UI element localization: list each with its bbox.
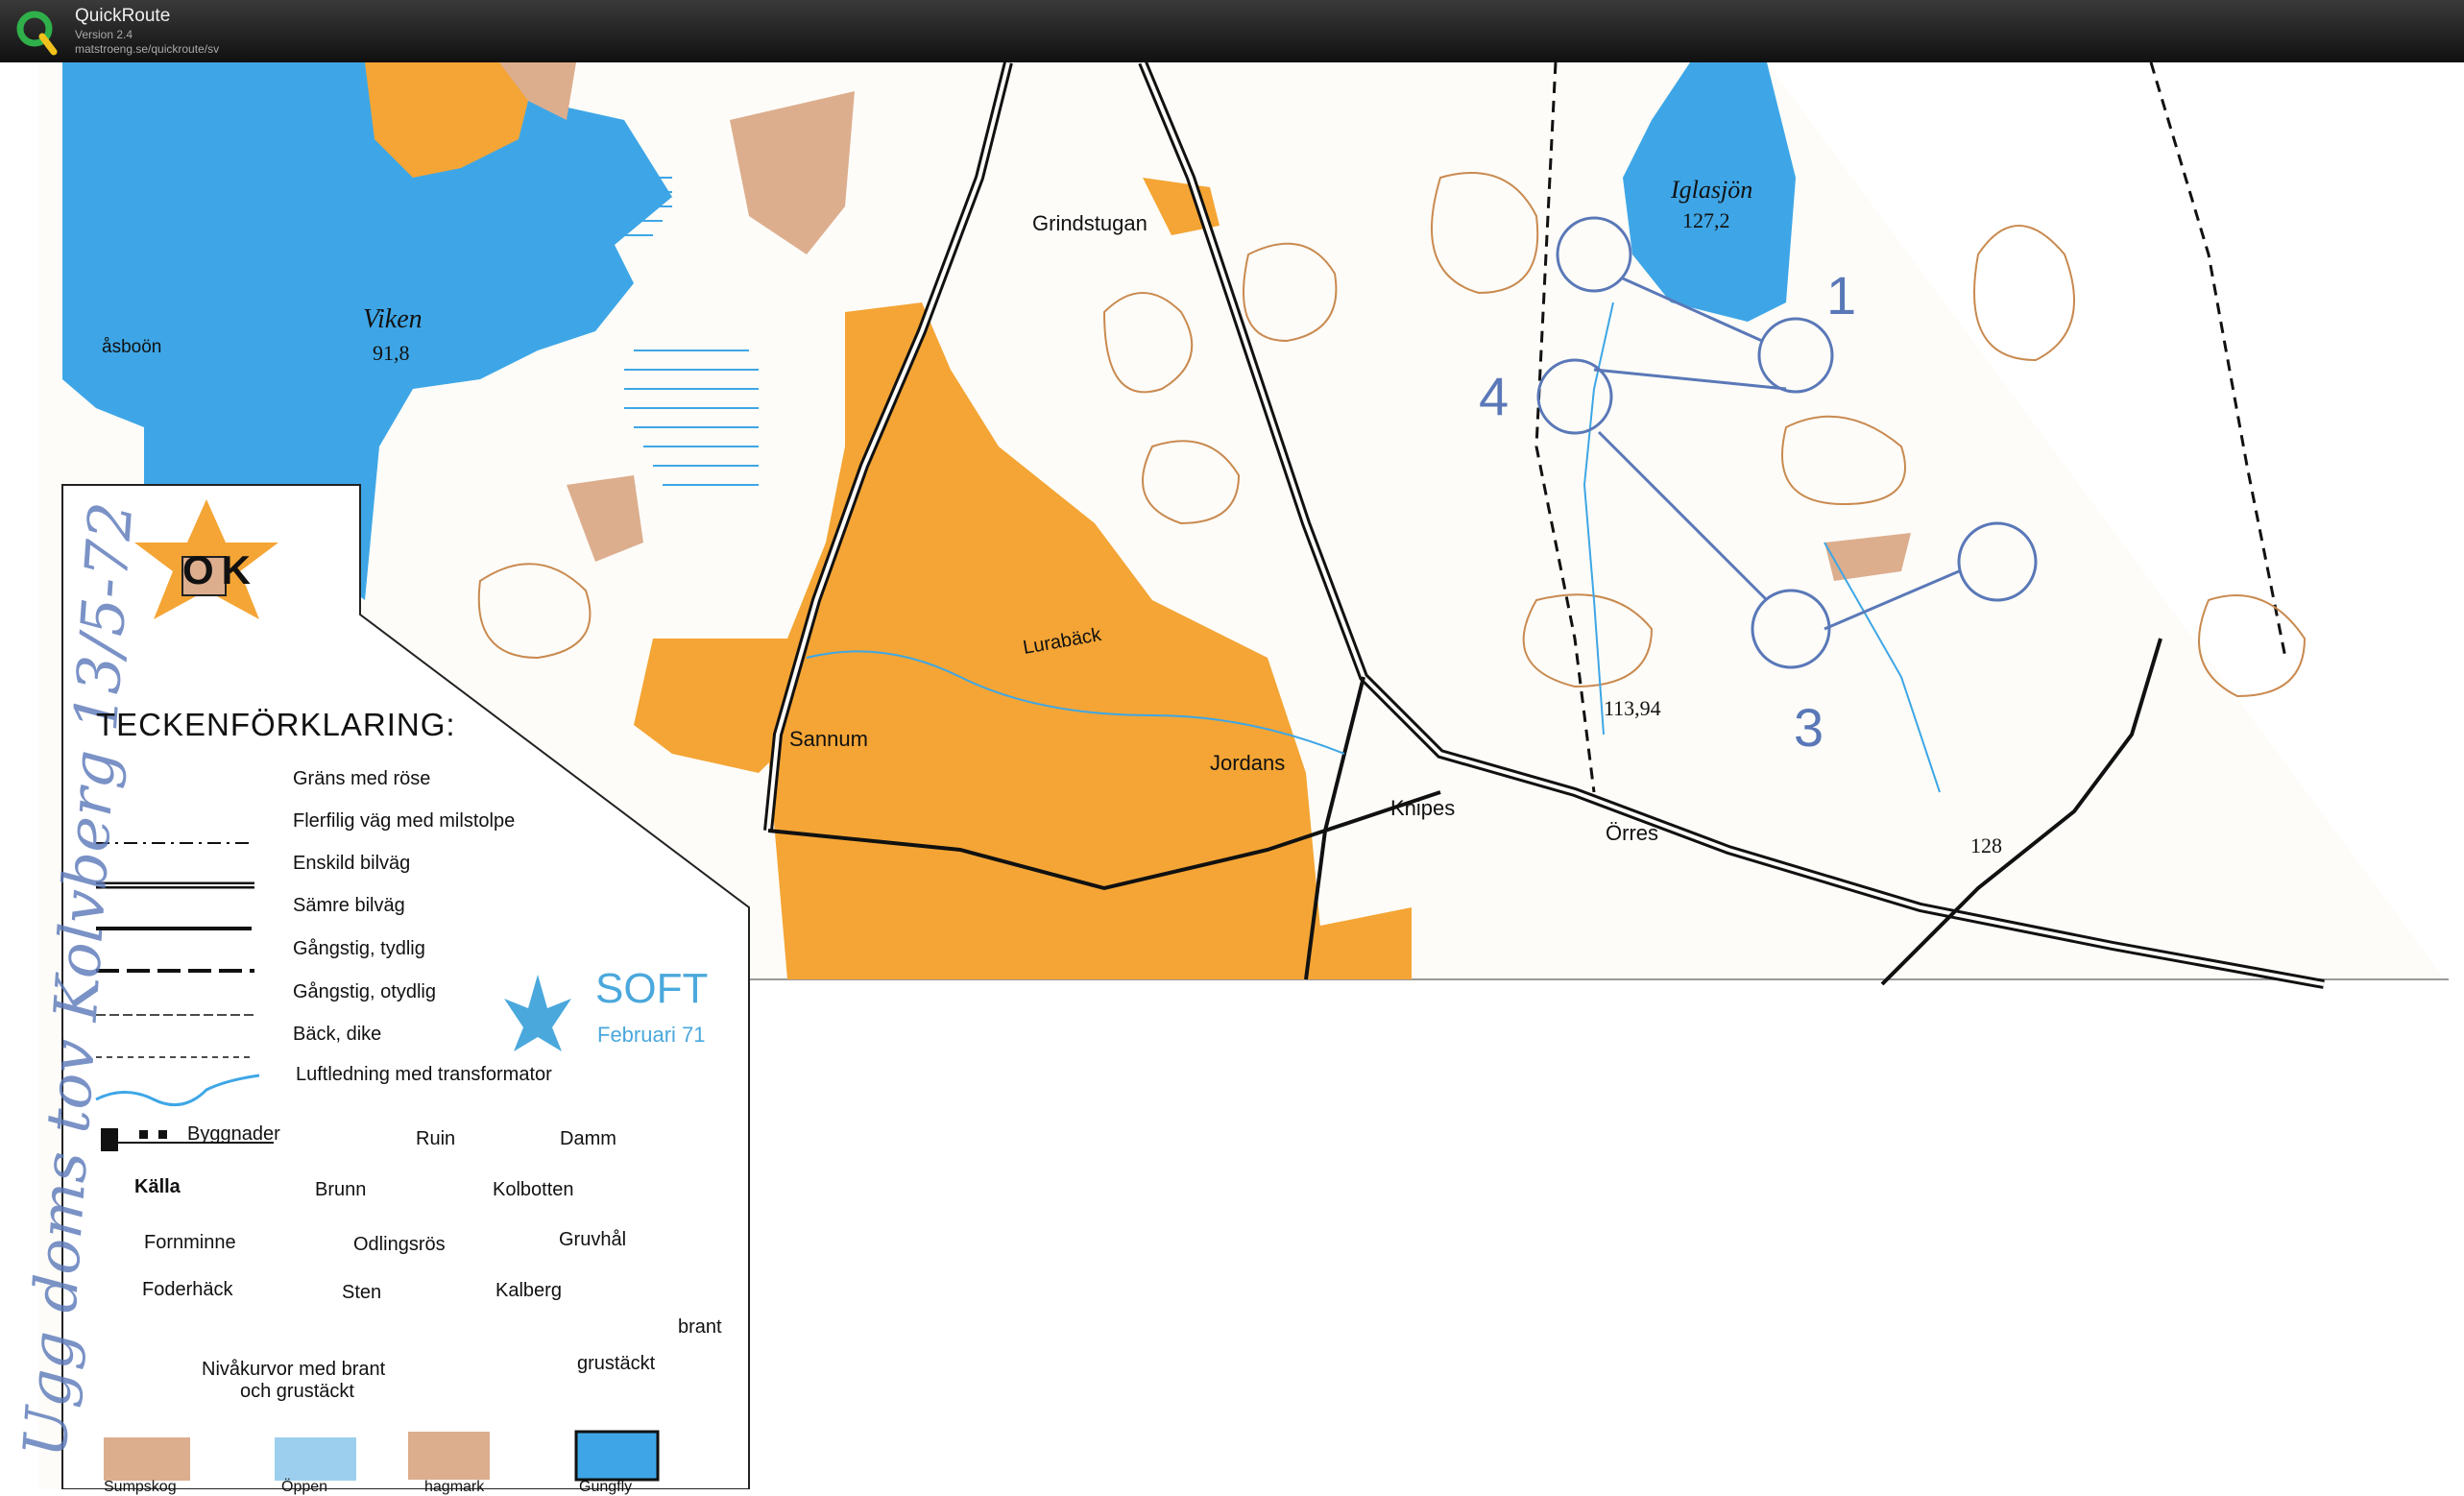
legend-luftledning: Luftledning med transformator xyxy=(296,1064,552,1085)
control-number-4: 4 xyxy=(1479,366,1510,426)
legend-odlingsros: Odlingsrös xyxy=(353,1234,446,1255)
place-orres: Örres xyxy=(1606,821,1658,845)
legend-nivakurvor-2: och grustäckt xyxy=(240,1381,354,1402)
legend-damm: Damm xyxy=(560,1128,616,1149)
quickroute-logo-icon xyxy=(16,11,58,56)
place-asboon: åsboön xyxy=(102,337,162,357)
legend-samre: Sämre bilväg xyxy=(293,895,405,916)
app-url: matstroeng.se/quickroute/sv xyxy=(75,42,220,56)
legend-grustackt: grustäckt xyxy=(577,1353,656,1374)
legend-kolbotten: Kolbotten xyxy=(493,1179,574,1200)
place-knipes: Knipes xyxy=(1390,796,1456,820)
legend-grans: Gräns med röse xyxy=(293,768,431,789)
legend-hagmark: hagmark xyxy=(424,1479,485,1495)
legend-flerfilig: Flerfilig väg med milstolpe xyxy=(293,810,516,832)
legend-gruvhal: Gruvhål xyxy=(559,1229,627,1250)
legend-gangstig-otydlig: Gångstig, otydlig xyxy=(293,981,436,1002)
place-viken: Viken xyxy=(363,304,423,334)
legend-fornminne: Fornminne xyxy=(144,1232,236,1253)
height-113: 113,94 xyxy=(1604,696,1661,720)
place-sannum: Sannum xyxy=(789,727,868,751)
legend-gangstig-tydlig: Gångstig, tydlig xyxy=(293,938,425,959)
control-number-1: 1 xyxy=(1826,265,1857,326)
club-logo-text: OK xyxy=(182,547,258,592)
print-brand: SOFT xyxy=(595,965,709,1012)
height-128: 128 xyxy=(1970,833,2002,857)
print-date: Februari 71 xyxy=(597,1023,706,1047)
orienteering-map[interactable]: Viken 91,8 Iglasjön 127,2 Grindstugan Sa… xyxy=(0,62,2464,1495)
place-iglasjon: Iglasjön xyxy=(1671,176,1753,204)
app-version: Version 2.4 xyxy=(75,28,133,41)
control-number-3: 3 xyxy=(1794,697,1824,758)
legend-nivakurvor-1: Nivåkurvor med brant xyxy=(202,1359,386,1380)
legend-brunn: Brunn xyxy=(315,1179,367,1200)
place-jordans: Jordans xyxy=(1210,751,1286,775)
legend-gungfly: Gungfly xyxy=(579,1479,633,1495)
height-viken: 91,8 xyxy=(373,341,410,365)
legend-byggnader: Byggnader xyxy=(187,1123,280,1145)
legend-ruin: Ruin xyxy=(416,1128,456,1149)
legend-back: Bäck, dike xyxy=(293,1024,382,1045)
legend-title: TECKENFÖRKLARING: xyxy=(96,707,456,742)
legend-brant: brant xyxy=(678,1316,722,1338)
legend-oppen: Öppen xyxy=(281,1479,328,1495)
app-name: QuickRoute xyxy=(75,6,171,26)
legend-enskild: Enskild bilväg xyxy=(293,853,411,874)
app-titlebar: QuickRoute Version 2.4 matstroeng.se/qui… xyxy=(0,0,2464,62)
height-iglasjon: 127,2 xyxy=(1682,208,1730,232)
legend-kalla: Källa xyxy=(134,1176,181,1197)
legend-kalberg: Kalberg xyxy=(495,1280,562,1301)
soft-logo-icon xyxy=(504,975,571,1051)
legend-foderhack: Foderhäck xyxy=(142,1279,233,1300)
legend-sumpskog: Sumpskog xyxy=(104,1479,177,1495)
legend-sten: Sten xyxy=(342,1282,382,1303)
place-grindstugan: Grindstugan xyxy=(1032,211,1147,235)
